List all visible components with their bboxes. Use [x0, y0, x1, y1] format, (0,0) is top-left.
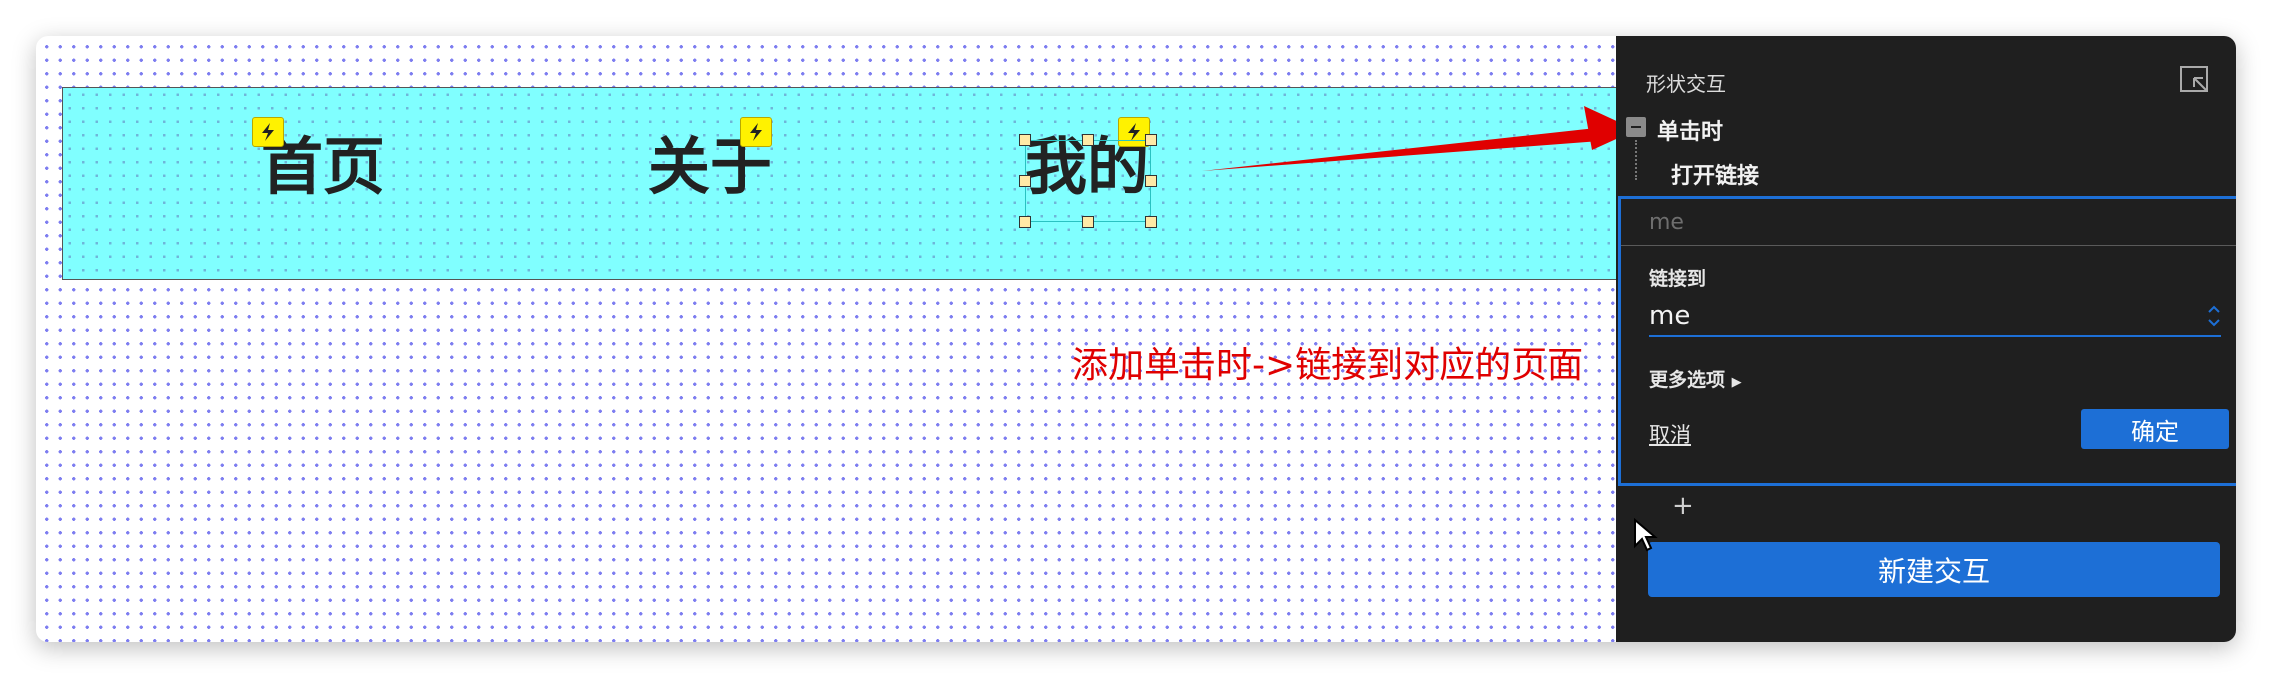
- tree-connector: [1635, 140, 1637, 180]
- caret-right-icon: ▶: [1731, 375, 1742, 390]
- select-chevron-icon: [2208, 305, 2220, 327]
- action-editor: 链接到 me 更多选项 ▶ 取消 确定: [1618, 196, 2236, 486]
- mouse-cursor-icon: [1634, 518, 1658, 552]
- panel-title: 形状交互: [1646, 72, 1726, 96]
- link-to-value: me: [1649, 301, 1691, 331]
- expand-panel-icon[interactable]: [2180, 66, 2210, 94]
- app-window: 首页 关于 我的 添加单击时->链接到对应的页面 形状交互 单击时 打开链接 m…: [36, 36, 2236, 642]
- event-label[interactable]: 单击时: [1657, 114, 1723, 146]
- add-action-icon[interactable]: +: [1672, 491, 1694, 521]
- red-arrow-annotation: [1202, 106, 1636, 171]
- link-to-label: 链接到: [1649, 268, 1707, 290]
- confirm-button[interactable]: 确定: [2081, 409, 2229, 449]
- action-label[interactable]: 打开链接: [1671, 158, 1759, 190]
- collapse-toggle-icon[interactable]: [1626, 117, 1646, 137]
- target-search-input[interactable]: [1621, 199, 2236, 246]
- more-options-toggle[interactable]: 更多选项 ▶: [1649, 365, 1742, 392]
- interaction-panel: 形状交互 单击时 打开链接 链接到 me 更多选项 ▶ 取消 确定 +: [1616, 36, 2236, 642]
- new-interaction-button[interactable]: 新建交互: [1648, 542, 2220, 597]
- cancel-button[interactable]: 取消: [1649, 419, 1691, 449]
- more-options-label: 更多选项: [1649, 369, 1726, 391]
- link-to-select[interactable]: me: [1649, 299, 2221, 337]
